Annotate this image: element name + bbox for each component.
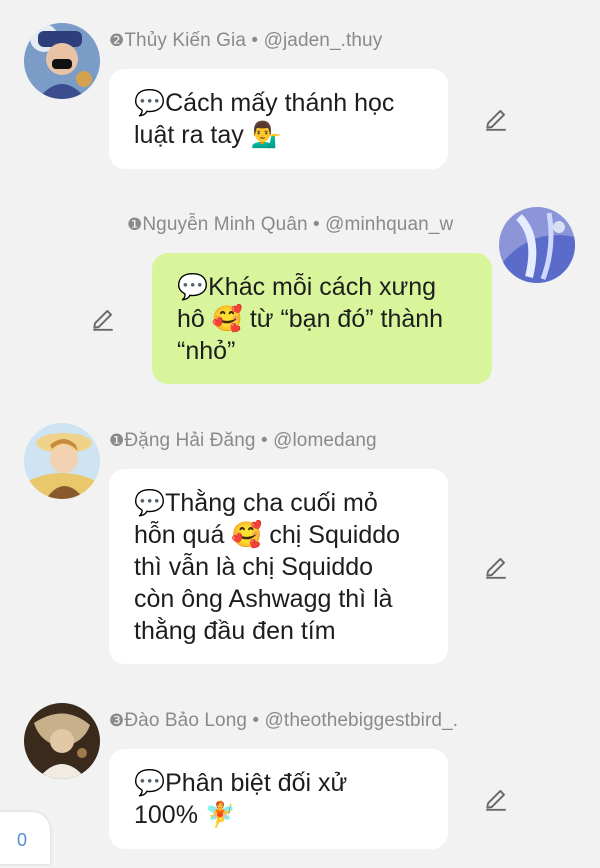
comment-line: “nhỏ” bbox=[177, 337, 236, 365]
author-name[interactable]: Đặng Hải Đăng bbox=[124, 430, 255, 451]
comment-line: còn ông Ashwagg thì là bbox=[134, 585, 393, 613]
edit-pencil-icon[interactable] bbox=[90, 306, 116, 332]
author-name[interactable]: Đào Bảo Long bbox=[124, 710, 247, 731]
rank-badge: ❸ bbox=[109, 711, 125, 731]
comment-line: thì vẫn là chị Squiddo bbox=[134, 553, 374, 581]
comment-meta: ❶Đặng Hải Đăng • @lomedang bbox=[109, 430, 377, 451]
author-name[interactable]: Thủy Kiến Gia bbox=[124, 30, 246, 51]
edit-pencil-icon[interactable] bbox=[483, 786, 509, 812]
comment-bubble: 💬Cách mấy thánh học luật ra tay 💁‍♂️ bbox=[109, 69, 448, 169]
avatar-thuy-kien-gia[interactable] bbox=[24, 23, 100, 99]
rank-badge: ❶ bbox=[109, 431, 125, 451]
comment-line: 💬Cách mấy thánh học bbox=[134, 89, 395, 117]
author-handle[interactable]: @lomedang bbox=[273, 430, 377, 451]
comment-bubble: 💬Phân biệt đối xử 100% 🧚 bbox=[109, 749, 448, 849]
author-handle[interactable]: @theothebiggestbird_. bbox=[265, 710, 459, 731]
comment-meta: ❶Nguyễn Minh Quân • @minhquan_w bbox=[127, 214, 454, 235]
edit-pencil-icon[interactable] bbox=[483, 554, 509, 580]
comment-line: 100% 🧚 bbox=[134, 801, 237, 829]
comment-line: hô 🥰 từ “bạn đó” thành bbox=[177, 305, 444, 333]
avatar-dao-bao-long[interactable] bbox=[24, 703, 100, 779]
avatar-dang-hai-dang[interactable] bbox=[24, 423, 100, 499]
author-name[interactable]: Nguyễn Minh Quân bbox=[142, 214, 307, 235]
author-handle[interactable]: @minhquan_w bbox=[325, 214, 453, 235]
comment-line: hỗn quá 🥰 chị Squiddo bbox=[134, 521, 401, 549]
comment-bubble-own: 💬Khác mỗi cách xưng hô 🥰 từ “bạn đó” thà… bbox=[152, 253, 492, 384]
comment-bubble: 💬Thằng cha cuối mỏ hỗn quá 🥰 chị Squiddo… bbox=[109, 469, 448, 664]
comment-line: thằng đầu đen tím bbox=[134, 617, 336, 645]
comment-meta: ❸Đào Bảo Long • @theothebiggestbird_. bbox=[109, 710, 459, 731]
rank-badge: ❷ bbox=[109, 31, 125, 51]
author-handle[interactable]: @jaden_.thuy bbox=[264, 30, 383, 51]
comment-line: 💬Khác mỗi cách xưng bbox=[177, 273, 437, 301]
unread-counter-badge[interactable]: 0 bbox=[0, 812, 50, 864]
comment-line: 💬Thằng cha cuối mỏ bbox=[134, 489, 378, 517]
rank-badge: ❶ bbox=[127, 215, 143, 235]
comment-line: 💬Phân biệt đối xử bbox=[134, 769, 348, 797]
edit-pencil-icon[interactable] bbox=[483, 106, 509, 132]
avatar-nguyen-minh-quan[interactable] bbox=[499, 207, 575, 283]
comment-meta: ❷Thủy Kiến Gia • @jaden_.thuy bbox=[109, 30, 383, 51]
comment-line: luật ra tay 💁‍♂️ bbox=[134, 121, 282, 149]
